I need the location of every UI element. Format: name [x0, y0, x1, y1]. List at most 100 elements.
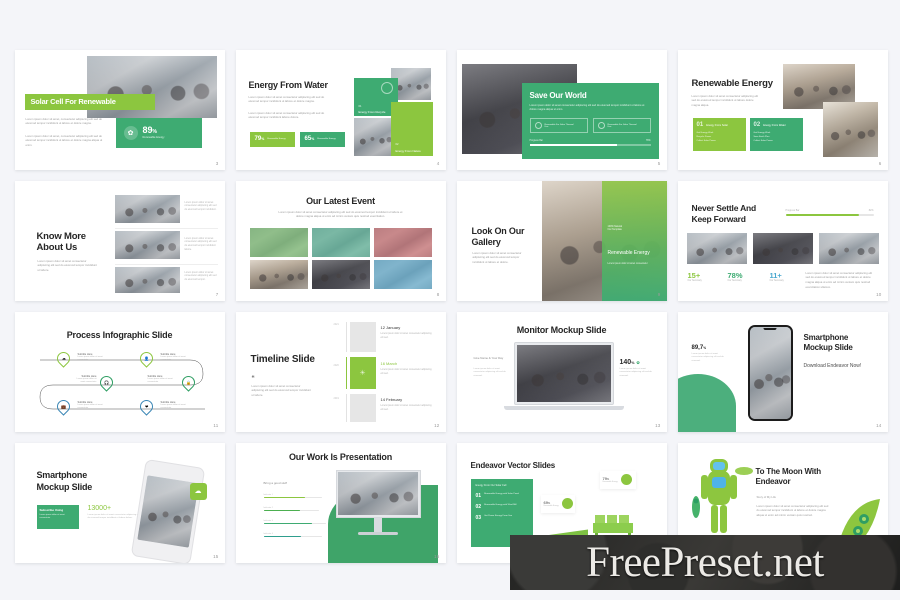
timeline-desc: Lorem ipsum dolor sit amet consectetur a… [380, 404, 432, 411]
slide-thumbnail-14[interactable]: 89,7% Lorem ipsum dolor sit amet consect… [677, 311, 888, 432]
left-heading: Give Name & Your Day [473, 355, 504, 360]
cta-button-2[interactable]: Renewable For Solar Thermal Use [592, 118, 651, 134]
watermark: FreePreset.net [510, 535, 900, 590]
slide-thumbnail-11[interactable]: Process Infographic Slide ☁ Subtitle Her… [14, 311, 225, 432]
timeline-date: 12 January [380, 324, 401, 330]
slide-number: 6 [878, 160, 882, 166]
gallery-tile[interactable] [311, 259, 370, 289]
list-label: Renewable Energy with Solar Panel [484, 492, 519, 495]
watermark-text: FreePreset.net [586, 539, 824, 586]
slide-thumbnail-5[interactable]: Save Our World Lorem ipsum dolor sit ame… [456, 49, 667, 170]
bar-fill [263, 496, 306, 498]
node-desc: Lorem ipsum dolor sit amet consectetur [147, 377, 173, 384]
decorative-blob [677, 373, 736, 432]
node-desc: Lorem ipsum dolor sit amet consectetur [77, 403, 103, 410]
slide-photo [114, 230, 180, 259]
monitor-stand [373, 517, 382, 532]
slide-photo [822, 101, 878, 157]
slide-paragraph: Lorem ipsum dolor sit amet consectetur a… [251, 383, 311, 398]
slide-thumbnail-15[interactable]: Smartphone Mockup Slide Subscribe Using … [14, 442, 225, 563]
slide-paragraph: Lorem ipsum dolor sit amet consectetur a… [37, 258, 97, 273]
list-number: 03 [475, 514, 482, 521]
slide-paragraph-1: Lorem ipsum dolor sit amet consectetur a… [248, 94, 325, 104]
slide-thumbnail-8[interactable]: Our Latest Event Lorem ipsum dolor sit a… [235, 180, 446, 301]
card-label: Energy From Recycle [358, 109, 386, 114]
list-item: Lorem ipsum dolor sit amet consectetur a… [184, 270, 217, 282]
power-icon [380, 81, 393, 94]
stat-label: Our Summary [769, 279, 784, 282]
stat-unit: % [311, 137, 315, 141]
laptop-base [503, 405, 624, 410]
stat-label: Our Summary [687, 279, 702, 282]
quote-mark: ‘‘ [251, 375, 255, 382]
slide-number: 5 [657, 160, 661, 166]
list-label: Renewable Energy with Wind Mill [484, 503, 517, 506]
cta-button-1[interactable]: Renewable For Solar Thermal Use [529, 118, 588, 134]
slide-thumbnail-10[interactable]: Never Settle And Keep Forward Progress B… [677, 180, 888, 301]
list-number: 02 [475, 503, 482, 510]
divider [114, 227, 218, 228]
card-number: 01 [358, 104, 362, 108]
stat-value: 11+ [769, 270, 782, 280]
slide-subtitle: Download Endeavor Now! [803, 362, 862, 369]
slide-title: Solar Cell For Renewable [30, 97, 116, 106]
overlay-badge: 100% Natural Our Template [607, 224, 623, 232]
badge-title: Subscribe Using [39, 507, 64, 512]
battery-icon [597, 122, 605, 130]
slide-number: 3 [215, 160, 219, 166]
stat-label: Renewable Energy [267, 138, 286, 140]
slide-thumbnail-6[interactable]: Renewable Energy Lorem ipsum dolor sit a… [677, 49, 888, 170]
timeline-desc: Lorem ipsum dolor sit amet consectetur a… [380, 332, 432, 339]
gallery-tile[interactable] [373, 259, 432, 289]
stat-value: 140 [619, 358, 632, 366]
slide-number: 15 [213, 553, 219, 559]
bar-fill [263, 509, 300, 511]
bar-track [263, 522, 326, 524]
badge-text: Lorem ipsum dolor sit amet consectetur [39, 513, 65, 520]
slide-number: 14 [876, 422, 882, 428]
slide-title: Our Work Is Presentation [288, 451, 393, 462]
progress-value: 78% [645, 140, 651, 143]
slide-photo [818, 232, 879, 264]
bar-label: Indicator 2 [263, 506, 273, 509]
slide-thumbnail-16[interactable]: Our Work Is Presentation Bring a good st… [235, 442, 446, 563]
timeline-date: 14 February [380, 396, 403, 402]
slide-paragraph: Lorem ipsum dolor sit amet consectetur a… [472, 250, 522, 265]
timeline-year: 2021 [333, 322, 339, 326]
stat-text: Lorem ipsum dolor sit amet consectetur a… [691, 352, 724, 363]
slide-title: Process Infographic Slide [66, 329, 173, 340]
phone-mockup [747, 324, 793, 421]
gallery-tile[interactable] [249, 227, 308, 257]
slide-thumbnail-3[interactable]: Solar Cell For Renewable Lorem ipsum dol… [14, 49, 225, 170]
stat-label: Renewable Energy [142, 136, 165, 139]
list-number: 01 [475, 492, 482, 499]
timeline-year: 2020 [333, 363, 339, 367]
stat-badge: 79% Renewable Energy [599, 470, 636, 489]
slide-paragraph: Lorem ipsum dolor sit amet consectetur a… [278, 209, 403, 219]
slide-paragraph: Lorem ipsum dolor sit amet consectetur a… [529, 103, 645, 111]
slide-number: 4 [436, 160, 440, 166]
timeline-desc: Lorem ipsum dolor sit amet consectetur a… [380, 368, 432, 375]
slide-thumbnail-13[interactable]: Monitor Mockup Slide Give Name & Your Da… [456, 311, 667, 432]
timeline-rail [345, 393, 347, 422]
slide-thumbnail-12[interactable]: Timeline Slide ‘‘ Lorem ipsum dolor sit … [235, 311, 446, 432]
slide-title: Look On Our Gallery [471, 225, 525, 247]
gallery-tile[interactable] [249, 259, 308, 289]
timeline-thumb-active: ☀ [349, 356, 376, 389]
gallery-tile[interactable] [311, 227, 370, 257]
slide-thumbnail-7[interactable]: Know More About Us Lorem ipsum dolor sit… [14, 180, 225, 301]
timeline-thumb [349, 321, 376, 352]
bar-track [263, 509, 319, 511]
left-text: Lorem ipsum dolor sit amet consectetur a… [473, 367, 506, 378]
node-desc: Lorem ipsum dolor sit amet consectetur [160, 403, 186, 410]
stat-value: 89,7 [691, 344, 704, 351]
stat-value: 89 [142, 125, 153, 135]
chart-heading: Bring a good stuff [263, 480, 287, 485]
gallery-tile[interactable] [373, 227, 432, 257]
slide-paragraph-2: Lorem ipsum dolor sit amet, consectetur … [25, 133, 103, 148]
slide-thumbnail-9[interactable]: 100% Natural Our Template Renewable Ener… [456, 180, 667, 301]
slide-number: 11 [213, 422, 219, 428]
slide-title: To The Moon With Endeavor [755, 466, 822, 487]
slide-title: Never Settle And Keep Forward [691, 202, 757, 224]
slide-thumbnail-4[interactable]: Energy From Water Lorem ipsum dolor sit … [235, 49, 446, 170]
